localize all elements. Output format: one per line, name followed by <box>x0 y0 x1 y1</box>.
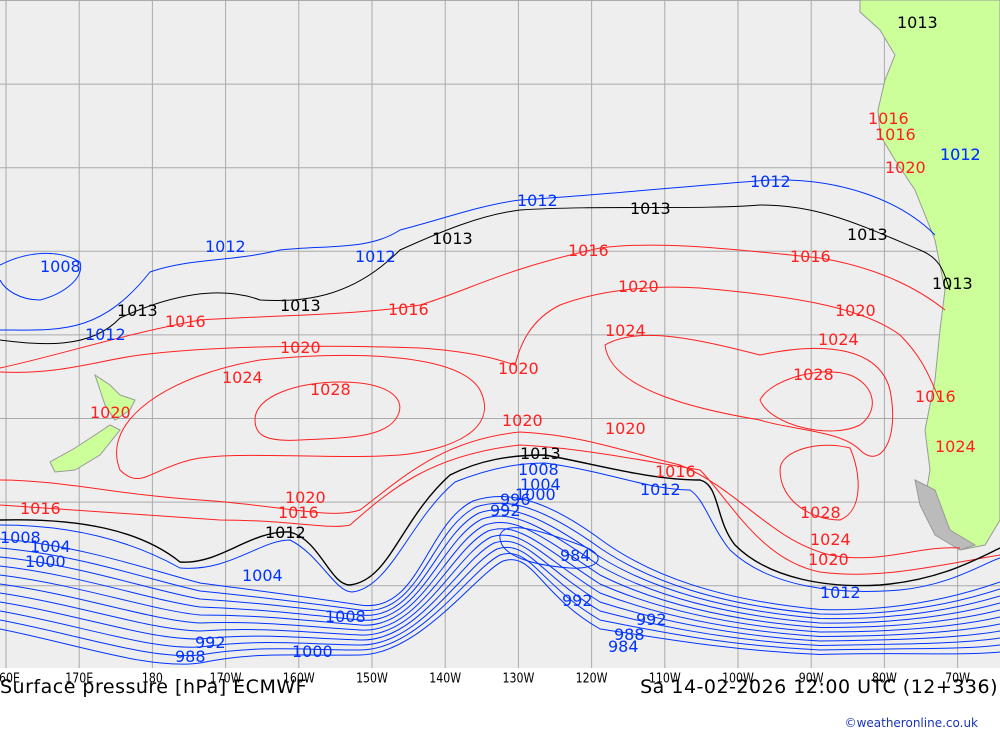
isobar-label: 1013 <box>897 13 938 32</box>
isobar-label: 1012 <box>265 523 306 542</box>
isobar-label: 1024 <box>605 321 646 340</box>
isobar-label: 1013 <box>630 199 671 218</box>
isobar-label: 1020 <box>498 359 539 378</box>
isobar-1013-south <box>0 454 1000 587</box>
isobar-line <box>0 509 1000 620</box>
isobar-label: 1012 <box>820 583 861 602</box>
isobar-label: 1000 <box>292 642 333 661</box>
isobar-label: 1020 <box>618 277 659 296</box>
isobar-label: 1012 <box>205 237 246 256</box>
isobar-label: 1013 <box>847 225 888 244</box>
isobar-label: 1013 <box>432 229 473 248</box>
isobar-label: 1012 <box>517 191 558 210</box>
isobar-label: 1004 <box>242 566 283 585</box>
southern-isobars <box>0 496 1000 665</box>
isobar-label: 984 <box>560 546 591 565</box>
isobar-label: 1016 <box>915 387 956 406</box>
longitude-label: 150W <box>356 670 388 687</box>
map-canvas: 1013 1013 1013 1013 1013 1013 1013 1012 1012 1012… <box>0 0 1000 668</box>
isobar-label: 1016 <box>278 503 319 522</box>
isobar-label: 1000 <box>25 552 66 571</box>
isobar-label: 1013 <box>117 301 158 320</box>
isobar-label: 1016 <box>790 247 831 266</box>
isobar-line <box>0 559 1000 665</box>
isobar-label: 1020 <box>808 550 849 569</box>
isobar-1013-north <box>0 204 951 345</box>
isobar-label: 1013 <box>932 274 973 293</box>
isobar-label: 1016 <box>388 300 429 319</box>
isobar-label: 1012 <box>355 247 396 266</box>
isobar-label: 1020 <box>885 158 926 177</box>
isobar-label: 1024 <box>935 437 976 456</box>
longitude-label: 120W <box>575 670 608 687</box>
isobar-label: 1020 <box>605 419 646 438</box>
isobar-label: 1028 <box>800 503 841 522</box>
longitude-label: 130W <box>502 670 535 687</box>
isobar-label: 1024 <box>818 330 859 349</box>
isobar-label: 988 <box>175 647 206 666</box>
longitude-label: 140W <box>429 670 462 687</box>
isobar-label: 1016 <box>20 499 61 518</box>
isobar-label: 1013 <box>280 296 321 315</box>
isobar-label: 1012 <box>640 480 681 499</box>
south-america <box>859 0 1000 551</box>
isobar-label: 1020 <box>835 301 876 320</box>
isobar-label: 1024 <box>222 368 263 387</box>
isobar-label: 1012 <box>85 325 126 344</box>
isobar-1012-south <box>0 462 1000 593</box>
isobar-label: 1008 <box>325 607 366 626</box>
pressure-map: 1013 1013 1013 1013 1013 1013 1013 1012 1012 1012… <box>0 0 1000 668</box>
isobar-label: 1016 <box>165 312 206 331</box>
isobar-label: 1020 <box>90 403 131 422</box>
isobar-label: 1028 <box>793 365 834 384</box>
isobar-label: 1020 <box>280 338 321 357</box>
isobar-label: 1012 <box>750 172 791 191</box>
isobar-label: 1016 <box>655 462 696 481</box>
isobar-label: 1008 <box>40 257 81 276</box>
isobar-label: 1028 <box>310 380 351 399</box>
isobar-label: 1016 <box>568 241 609 260</box>
isobar-label: 1024 <box>810 530 851 549</box>
new-zealand-south <box>49 424 121 473</box>
isobar-1024-east <box>604 334 894 457</box>
isobar-label: 1020 <box>502 411 543 430</box>
map-title: Surface pressure [hPa] ECMWF <box>0 676 308 698</box>
credit-link[interactable]: ©weatheronline.co.uk <box>845 716 978 730</box>
map-timestamp: Sa 14-02-2026 12:00 UTC (12+336) <box>640 676 998 698</box>
isobar-label: 1012 <box>940 145 981 164</box>
isobar-label: 992 <box>490 501 521 520</box>
isobar-label: 984 <box>608 637 639 656</box>
isobar-label: 992 <box>562 591 593 610</box>
isobar-label: 1016 <box>875 125 916 144</box>
